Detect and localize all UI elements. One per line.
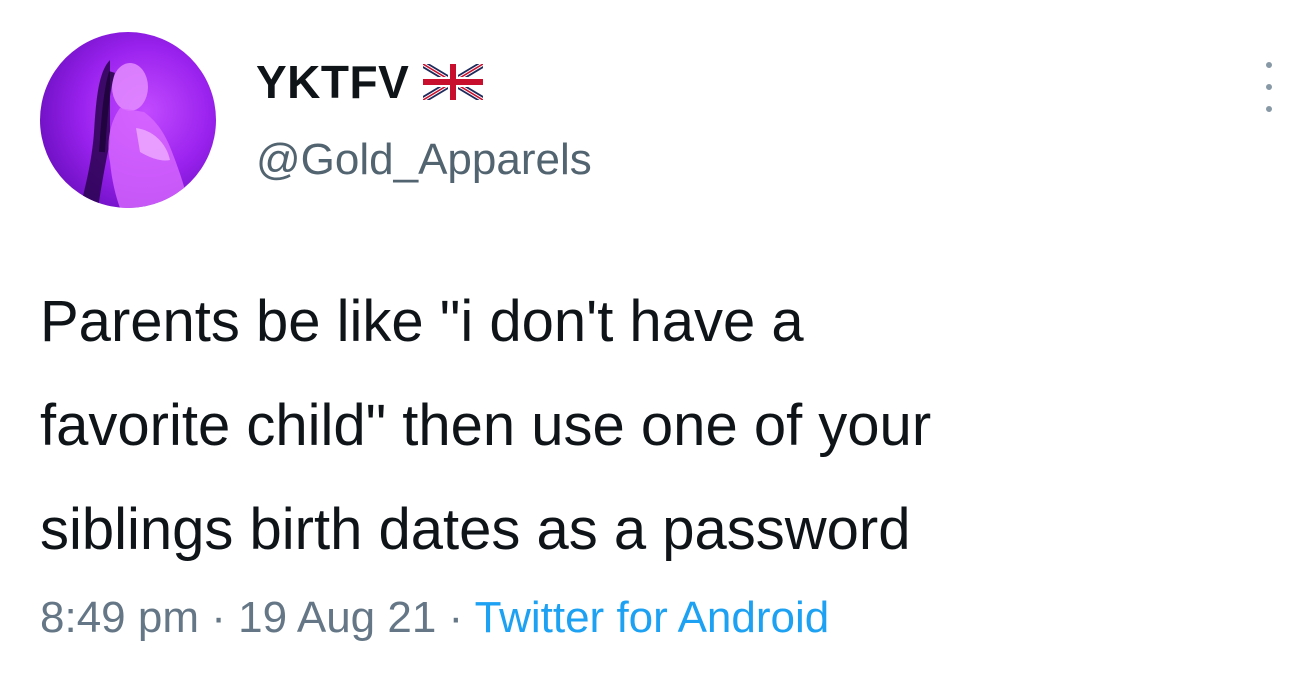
menu-dot xyxy=(1266,106,1272,112)
tweet-text-line: Parents be like "i don't have a xyxy=(40,289,804,354)
author-handle[interactable]: @Gold_Apparels xyxy=(256,138,592,182)
menu-dot xyxy=(1266,62,1272,68)
tweet-source[interactable]: Twitter for Android xyxy=(475,593,830,642)
uk-flag-icon xyxy=(423,64,484,100)
meta-separator: · xyxy=(448,593,464,642)
tweet-time[interactable]: 8:49 pm xyxy=(40,593,199,642)
tweet-date[interactable]: 19 Aug 21 xyxy=(238,593,436,642)
tweet-text: Parents be like "i don't have a favorite… xyxy=(40,270,1290,582)
tweet-text-line: siblings birth dates as a password xyxy=(40,497,911,562)
display-name[interactable]: YKTFV xyxy=(256,59,409,105)
avatar-image xyxy=(80,60,190,208)
author-name-row: YKTFV xyxy=(256,52,484,112)
tweet-card: YKTFV @Gold_Apparels Parents be like "i … xyxy=(0,0,1300,687)
tweet-meta: 8:49 pm · 19 Aug 21 · Twitter for Androi… xyxy=(40,588,829,648)
avatar[interactable] xyxy=(40,32,216,208)
more-vertical-icon[interactable] xyxy=(1254,62,1284,112)
meta-separator: · xyxy=(211,593,226,642)
tweet-text-line: favorite child" then use one of your xyxy=(40,393,932,458)
menu-dot xyxy=(1266,84,1272,90)
